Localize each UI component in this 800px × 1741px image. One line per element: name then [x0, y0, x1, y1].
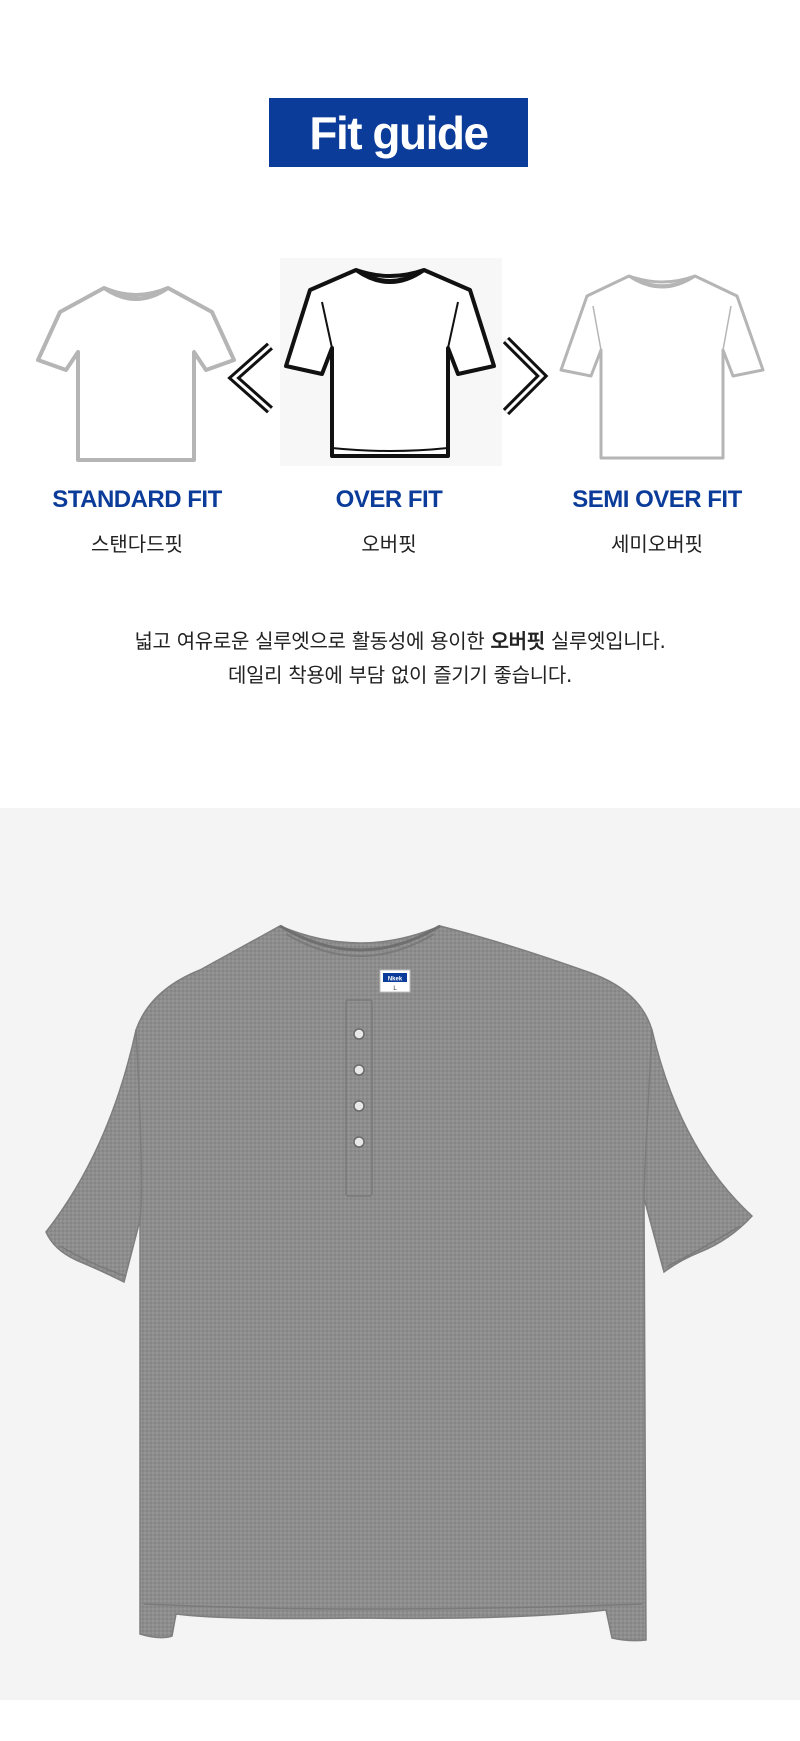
- semi-over-fit-shirt-icon: [559, 274, 765, 460]
- over-fit-shirt-icon: [284, 268, 496, 458]
- standard-fit-korean-label: 스탠다드핏: [91, 532, 183, 556]
- over-fit-label: OVER FIT: [335, 486, 443, 513]
- standard-fit-label: STANDARD FIT: [52, 486, 222, 513]
- chevron-right-icon: [502, 336, 549, 416]
- fit-guide-title: Fit guide: [309, 106, 489, 159]
- chevron-left-icon: [227, 342, 273, 414]
- fit-guide-title-box: Fit guide: [269, 98, 528, 167]
- description-text: 넓고 여유로운 실루엣으로 활동성에 용이한: [134, 629, 491, 653]
- description-emphasis: 오버핏: [490, 629, 546, 653]
- henley-tshirt-photo: Nkek L: [45, 924, 754, 1642]
- over-fit-korean-label: 오버핏: [361, 532, 417, 556]
- fit-description-line-2: 데일리 착용에 부담 없이 즐기기 좋습니다.: [227, 663, 573, 687]
- semi-over-fit-korean-label: 세미오버핏: [611, 532, 703, 556]
- neck-tag-brand: Nkek: [388, 977, 403, 983]
- standard-fit-shirt-icon: [36, 286, 236, 462]
- description-text-end: 실루엣입니다.: [544, 629, 666, 653]
- fit-description-line-1: 넓고 여유로운 실루엣으로 활동성에 용이한 오버핏 실루엣입니다.: [0, 625, 800, 654]
- semi-over-fit-label: SEMI OVER FIT: [572, 486, 742, 513]
